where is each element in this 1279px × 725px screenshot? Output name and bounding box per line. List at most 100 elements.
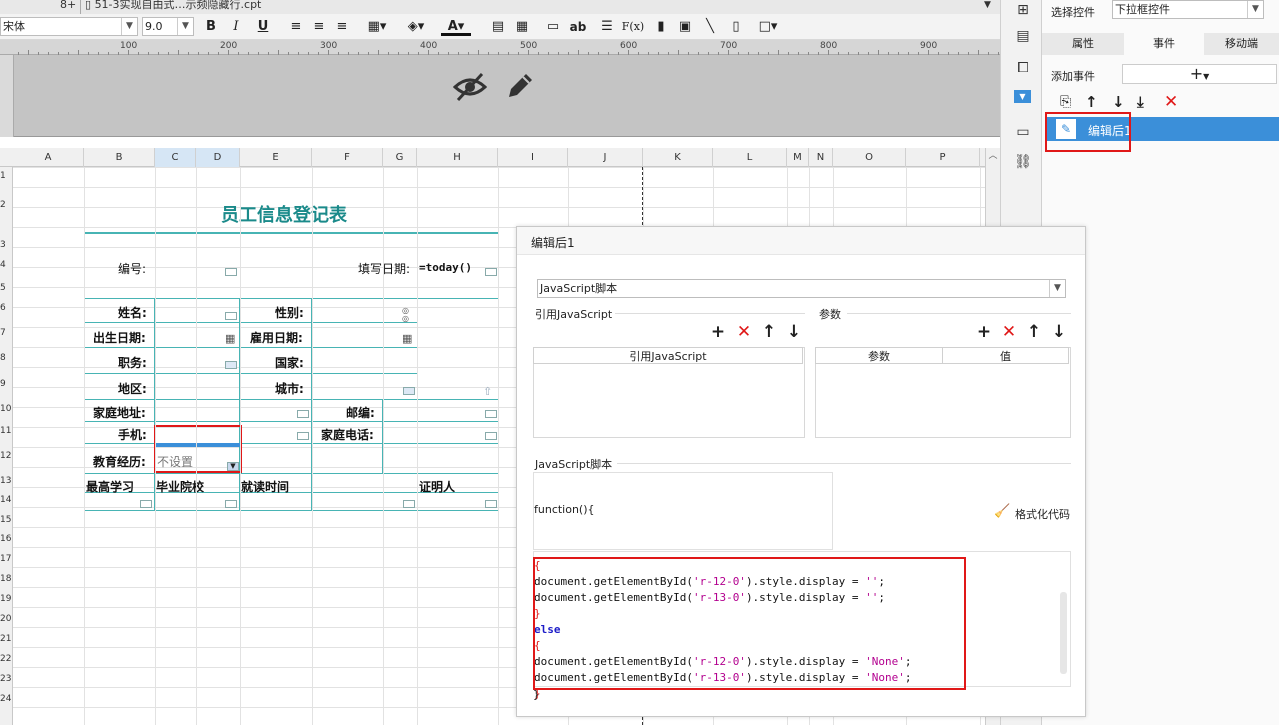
column-header-h[interactable]: H xyxy=(417,148,498,167)
widget-marker[interactable] xyxy=(403,387,415,395)
add-event-button[interactable]: +▼ xyxy=(1122,64,1277,84)
move-param-down-icon[interactable]: ↓ xyxy=(1051,323,1067,341)
delete-icon[interactable]: ✕ xyxy=(1164,92,1178,112)
event-item[interactable]: ✎ 编辑后1 xyxy=(1046,117,1279,141)
condition-attribute-icon[interactable]: ▭ xyxy=(1013,122,1033,142)
row-header-5[interactable]: 5 xyxy=(0,283,13,293)
move-down-icon[interactable]: ↓ xyxy=(1112,93,1125,111)
align-right-icon[interactable]: ≡ xyxy=(332,18,352,36)
row-header-11[interactable]: 11 xyxy=(0,426,13,436)
widget-marker[interactable] xyxy=(297,432,309,440)
column-header-n[interactable]: N xyxy=(809,148,833,167)
move-ref-down-icon[interactable]: ↓ xyxy=(786,323,802,341)
row-header-17[interactable]: 17 xyxy=(0,554,13,564)
merge-cell-icon[interactable]: ▤ xyxy=(488,18,508,36)
column-header-e[interactable]: E xyxy=(240,148,312,167)
calendar-icon[interactable]: ▦ xyxy=(402,332,412,345)
tab-mobile[interactable]: 移动端 xyxy=(1204,33,1279,55)
border-icon[interactable]: ▦▾ xyxy=(363,18,391,36)
add-param-icon[interactable]: + xyxy=(976,323,992,341)
move-up-icon[interactable]: ↑ xyxy=(1085,93,1098,111)
table-icon[interactable]: ▦ xyxy=(512,18,532,36)
row-header-15[interactable]: 15 xyxy=(0,515,13,525)
hide-eye-icon[interactable] xyxy=(453,71,487,103)
font-color-button[interactable]: A▾ xyxy=(441,18,471,36)
row-header-20[interactable]: 20 xyxy=(0,614,13,624)
column-header-g[interactable]: G xyxy=(383,148,417,167)
move-param-up-icon[interactable]: ↑ xyxy=(1026,323,1042,341)
more-icon[interactable]: □▾ xyxy=(754,18,782,36)
move-ref-up-icon[interactable]: ↑ xyxy=(761,323,777,341)
row-header-14[interactable]: 14 xyxy=(0,495,13,505)
broom-icon[interactable]: 🧹 xyxy=(994,504,1010,519)
row-header-4[interactable]: 4 xyxy=(0,260,13,270)
column-header-m[interactable]: M xyxy=(787,148,809,167)
row-header-12[interactable]: 12 xyxy=(0,451,13,461)
combo-placeholder[interactable]: 不设置 xyxy=(157,453,193,470)
widget-settings-icon[interactable]: ▼ xyxy=(1014,90,1031,103)
slash-icon[interactable]: ╲ xyxy=(700,18,720,36)
cell-element-icon[interactable]: ⊞ xyxy=(1013,0,1033,20)
text-insert-button[interactable]: ab xyxy=(568,18,588,36)
column-header-i[interactable]: I xyxy=(498,148,568,167)
row-header-1[interactable]: 1 xyxy=(0,171,13,181)
hyperlink-icon[interactable]: ⛓ xyxy=(1013,152,1033,172)
widget-marker[interactable] xyxy=(225,500,237,508)
delete-ref-icon[interactable]: ✕ xyxy=(736,323,752,341)
widget-marker[interactable] xyxy=(297,410,309,418)
tab-attributes[interactable]: 属性 xyxy=(1042,33,1124,55)
add-ref-icon[interactable]: + xyxy=(710,323,726,341)
column-header-p[interactable]: P xyxy=(906,148,980,167)
move-bottom-icon[interactable]: ⤓ xyxy=(1137,93,1144,111)
row-header-3[interactable]: 3 xyxy=(0,240,13,250)
column-header-k[interactable]: K xyxy=(643,148,713,167)
formula-today[interactable]: =today() xyxy=(419,261,472,274)
pencil-icon[interactable] xyxy=(503,69,537,103)
column-header-l[interactable]: L xyxy=(713,148,787,167)
row-header-23[interactable]: 23 xyxy=(0,674,13,684)
row-header-19[interactable]: 19 xyxy=(0,594,13,604)
column-header-b[interactable]: B xyxy=(84,148,155,167)
widget-marker[interactable] xyxy=(485,432,497,440)
row-header-13[interactable]: 13 xyxy=(0,476,13,486)
delete-param-icon[interactable]: ✕ xyxy=(1001,323,1017,341)
underline-button[interactable]: U xyxy=(253,18,273,36)
row-header-16[interactable]: 16 xyxy=(0,534,13,544)
widget-marker[interactable] xyxy=(485,500,497,508)
tab-current-file[interactable]: ▯ 51-3实现自由式…示频隐藏行.cpt xyxy=(80,0,261,14)
row-header-2[interactable]: 2 xyxy=(0,200,13,210)
row-header-6[interactable]: 6 xyxy=(0,303,13,313)
copy-icon[interactable]: ⎘ xyxy=(1060,94,1071,110)
row-header-7[interactable]: 7 xyxy=(0,328,13,338)
fill-color-icon[interactable]: ◈▾ xyxy=(402,18,430,36)
widget-marker[interactable] xyxy=(403,500,415,508)
tab-dropdown-icon[interactable]: ▼ xyxy=(980,0,991,14)
row-header-10[interactable]: 10 xyxy=(0,404,13,414)
calendar-icon[interactable]: ▦ xyxy=(225,332,235,345)
combo-arrow-icon[interactable]: ▼ xyxy=(227,462,239,471)
tab-new[interactable]: 8+ xyxy=(56,0,76,14)
editor-scrollbar[interactable] xyxy=(1060,592,1067,674)
cell-attribute-icon[interactable]: ▤ xyxy=(1013,26,1033,46)
format-code-button[interactable]: 格式化代码 xyxy=(1015,506,1070,522)
widget-marker[interactable] xyxy=(140,500,152,508)
float-element-icon[interactable]: ⧠ xyxy=(1013,58,1033,78)
upload-icon[interactable]: ⇧ xyxy=(483,385,492,398)
bold-button[interactable]: B xyxy=(201,18,221,36)
link-icon[interactable]: ▭ xyxy=(543,18,563,36)
formula-button[interactable]: F(x) xyxy=(620,18,646,36)
align-center-icon[interactable]: ≡ xyxy=(309,18,329,36)
script-type-select[interactable]: JavaScript脚本 ▼ xyxy=(537,279,1066,298)
widget-marker[interactable] xyxy=(485,410,497,418)
column-header-o[interactable]: O xyxy=(833,148,906,167)
widget-marker[interactable] xyxy=(225,268,237,276)
column-header-f[interactable]: F xyxy=(312,148,383,167)
row-header-8[interactable]: 8 xyxy=(0,353,13,363)
italic-button[interactable]: I xyxy=(226,18,246,36)
column-header-c[interactable]: C xyxy=(155,148,196,167)
widget-marker[interactable] xyxy=(225,361,237,369)
column-header-j[interactable]: J xyxy=(568,148,643,167)
image-icon[interactable]: ▣ xyxy=(675,18,695,36)
widget-marker[interactable] xyxy=(225,312,237,320)
font-size-select[interactable]: 9.0 ▼ xyxy=(142,17,194,36)
